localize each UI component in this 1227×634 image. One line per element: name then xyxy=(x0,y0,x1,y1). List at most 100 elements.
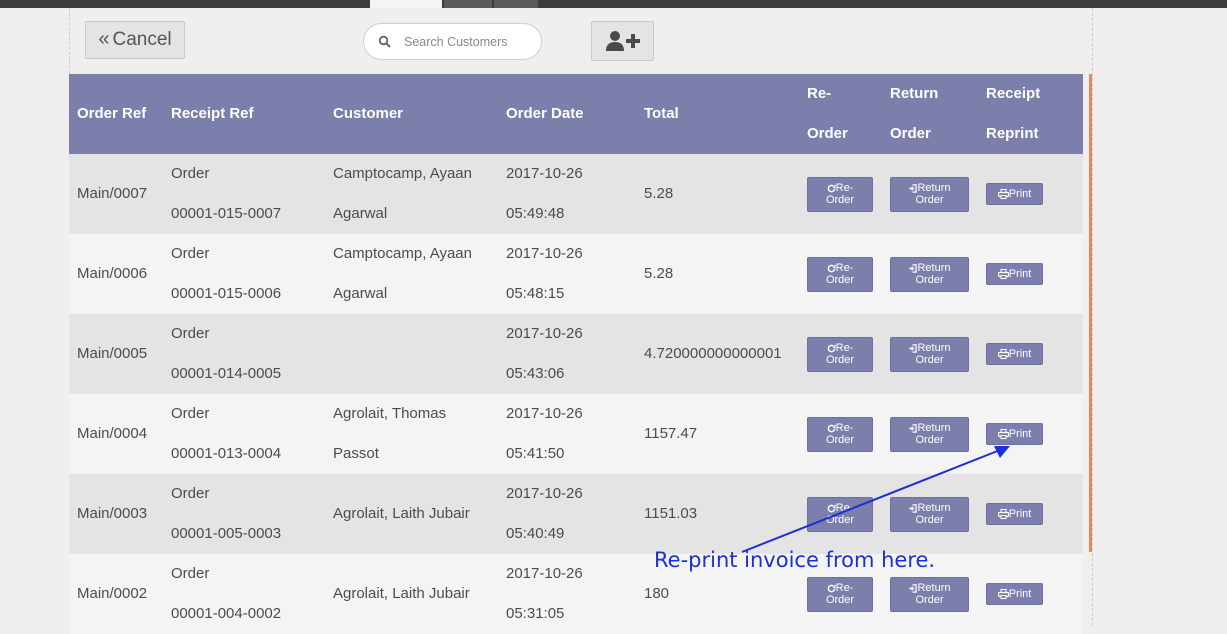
receipt-ref-number: 00001-005-0003 xyxy=(171,525,282,542)
order-date-cell: 2017-10-26 05:43:06 xyxy=(498,314,636,394)
order-ref-cell: Main/0002 xyxy=(69,554,163,634)
reorder-button[interactable]: Re- Order xyxy=(807,176,873,212)
order-time: 05:43:06 xyxy=(506,365,565,382)
cancel-label: Cancel xyxy=(112,29,172,50)
reorder-button[interactable]: Re- Order xyxy=(807,576,873,612)
search-input[interactable] xyxy=(402,33,536,50)
receipt-ref-number: 00001-014-0005 xyxy=(171,365,282,382)
print-receipt-button[interactable]: Print xyxy=(986,503,1043,526)
table-row[interactable]: Main/0003 Order 00001-005-0003 Agrolait, La… xyxy=(69,474,1083,554)
return-label: Order xyxy=(915,274,944,287)
customer-name-line: Agrolait, Laith Jubair xyxy=(333,505,470,522)
table-row[interactable]: Main/0007 Order 00001-015-0007 Camptocamp, … xyxy=(69,154,1083,234)
order-date-cell: 2017-10-26 05:41:50 xyxy=(498,394,636,474)
order-date: 2017-10-26 xyxy=(506,245,583,262)
return-label: Order xyxy=(915,594,944,607)
reorder-cell: Re- Order xyxy=(799,154,882,234)
print-receipt-button[interactable]: Print xyxy=(986,343,1043,366)
frame-divider xyxy=(69,8,70,74)
return-cell: Return Order xyxy=(882,474,978,554)
return-order-button[interactable]: Return Order xyxy=(890,176,969,212)
refresh-icon xyxy=(827,584,836,592)
col-header-total[interactable]: Total xyxy=(636,74,799,154)
receipt-ref-cell: Order 00001-014-0005 xyxy=(163,314,325,394)
reorder-label: Re- xyxy=(835,502,854,515)
top-tab[interactable] xyxy=(444,0,492,8)
order-date: 2017-10-26 xyxy=(506,165,583,182)
return-order-button[interactable]: Return Order xyxy=(890,416,969,452)
reorder-button[interactable]: Re- Order xyxy=(807,256,873,292)
reprint-cell: Print xyxy=(978,154,1083,234)
print-receipt-button[interactable]: Print xyxy=(986,263,1043,286)
header-line: Return xyxy=(890,85,939,102)
receipt-ref-line: Order xyxy=(171,405,210,422)
reorder-cell: Re- Order xyxy=(799,314,882,394)
print-receipt-button[interactable]: Print xyxy=(986,423,1043,446)
reorder-label: Re- xyxy=(835,342,854,355)
return-label: Return xyxy=(917,262,951,275)
return-button-line: Return xyxy=(908,502,951,515)
receipt-ref-number: 00001-013-0004 xyxy=(171,445,282,462)
reorder-button[interactable]: Re- Order xyxy=(807,496,873,532)
top-tab-active[interactable] xyxy=(370,0,442,8)
return-order-button[interactable]: Return Order xyxy=(890,256,969,292)
top-nav-bar xyxy=(0,0,1227,8)
return-button-line: Return xyxy=(908,182,951,194)
reorder-button[interactable]: Re- Order xyxy=(807,416,873,452)
reprint-cell: Print xyxy=(978,474,1083,554)
frame-divider xyxy=(1092,8,1093,626)
customer-name-line: Agarwal xyxy=(333,205,388,222)
order-date: 2017-10-26 xyxy=(506,565,583,582)
scroll-indicator xyxy=(1089,74,1092,552)
reorder-label: Order xyxy=(825,514,855,527)
col-header-order-ref[interactable]: Order Ref xyxy=(69,74,163,154)
reorder-button-line: Re- xyxy=(827,342,854,355)
return-order-button[interactable]: Return Order xyxy=(890,336,969,372)
receipt-ref-number: 00001-015-0006 xyxy=(171,285,282,302)
order-date: 2017-10-26 xyxy=(506,325,583,342)
order-date: 2017-10-26 xyxy=(506,405,583,422)
order-ref-cell: Main/0006 xyxy=(69,234,163,314)
total-cell: 4.720000000000001 xyxy=(636,314,799,394)
col-header-customer[interactable]: Customer xyxy=(325,74,498,154)
reorder-label: Order xyxy=(825,354,855,367)
cancel-button[interactable]: « Cancel xyxy=(85,21,185,59)
return-button-line: Return xyxy=(908,582,951,594)
table-row[interactable]: Main/0005 Order 00001-014-0005 2017-10-26 05… xyxy=(69,314,1083,394)
print-receipt-button[interactable]: Print xyxy=(986,183,1043,206)
order-ref-cell: Main/0004 xyxy=(69,394,163,474)
print-icon xyxy=(997,589,1009,600)
top-tab[interactable] xyxy=(494,0,538,8)
reorder-button-line: Re- xyxy=(827,582,853,594)
order-date-cell: 2017-10-26 05:48:15 xyxy=(498,234,636,314)
return-label: Return xyxy=(917,502,951,515)
col-header-order-date[interactable]: Order Date xyxy=(498,74,636,154)
table-row[interactable]: Main/0006 Order 00001-015-0006 Camptocamp, … xyxy=(69,234,1083,314)
receipt-ref-number: 00001-004-0002 xyxy=(171,605,282,622)
print-label: Print xyxy=(1008,588,1032,601)
refresh-icon xyxy=(827,184,836,192)
print-receipt-button[interactable]: Print xyxy=(986,583,1043,606)
user-plus-icon xyxy=(605,31,640,51)
refresh-icon xyxy=(827,264,836,272)
total-cell: 5.28 xyxy=(636,234,799,314)
return-order-button[interactable]: Return Order xyxy=(890,496,969,532)
search-customers[interactable] xyxy=(363,23,542,60)
annotation-text: Re-print invoice from here. xyxy=(654,548,936,572)
receipt-ref-cell: Order 00001-005-0003 xyxy=(163,474,325,554)
customer-cell xyxy=(325,314,498,394)
table-row[interactable]: Main/0004 Order 00001-013-0004 Agrolait, Th… xyxy=(69,394,1083,474)
return-label: Order xyxy=(915,434,944,447)
reorder-cell: Re- Order xyxy=(799,234,882,314)
reorder-label: Order xyxy=(825,274,855,287)
col-header-receipt-ref[interactable]: Receipt Ref xyxy=(163,74,325,154)
add-customer-button[interactable] xyxy=(591,21,654,61)
search-icon xyxy=(378,35,391,48)
reorder-button[interactable]: Re- Order xyxy=(807,336,873,372)
customer-name-line: Agarwal xyxy=(333,285,388,302)
return-label: Order xyxy=(915,514,944,527)
return-order-button[interactable]: Return Order xyxy=(890,576,969,612)
return-label: Return xyxy=(917,342,951,355)
order-date-cell: 2017-10-26 05:40:49 xyxy=(498,474,636,554)
table-header-row: Order Ref Receipt Ref Customer Order Dat… xyxy=(69,74,1083,154)
